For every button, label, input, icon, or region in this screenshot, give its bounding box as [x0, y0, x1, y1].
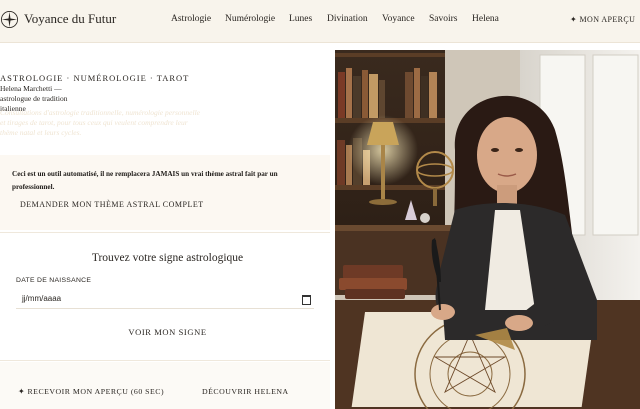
nav-divination[interactable]: Divination — [327, 14, 368, 24]
request-full-chart-button[interactable]: DEMANDER MON THÈME ASTRAL COMPLET — [20, 200, 204, 209]
receive-apercu-button[interactable]: ✦ RECEVOIR MON APERÇU (60 SEC) — [18, 387, 164, 396]
footer-actions-panel — [0, 362, 330, 409]
dob-label: DATE DE NAISSANCE — [16, 277, 92, 284]
divider — [0, 360, 330, 361]
nav-savoirs[interactable]: Savoirs — [429, 14, 458, 24]
discover-helena-link[interactable]: DÉCOUVRIR HELENA — [202, 387, 289, 396]
nav-voyance[interactable]: Voyance — [382, 14, 415, 24]
sign-finder-title: Trouvez votre signe astrologique — [91, 252, 244, 264]
mon-apercu-button[interactable]: ✦ MON APERÇU — [570, 15, 635, 24]
see-my-sign-button[interactable]: VOIR MON SIGNE — [0, 327, 335, 337]
site-header: Voyance du Futur Astrologie Numérologie … — [0, 0, 640, 43]
nav-astrologie[interactable]: Astrologie — [171, 14, 211, 24]
dob-input[interactable]: jj/mm/aaaa — [22, 294, 61, 303]
intro-description: Consultations d'astrologie traditionnell… — [0, 108, 200, 137]
nav-helena[interactable]: Helena — [472, 14, 499, 24]
disclaimer-text: Ceci est un outil automatisé, il ne remp… — [12, 170, 278, 191]
nav-numerologie[interactable]: Numérologie — [225, 14, 275, 24]
divider — [0, 232, 330, 233]
brand-name[interactable]: Voyance du Futur — [24, 11, 116, 27]
astrologer-photo — [335, 50, 640, 409]
intro-kicker: ASTROLOGIE · NUMÉROLOGIE · TAROT — [0, 73, 190, 83]
calendar-icon[interactable] — [302, 295, 311, 305]
compass-star-icon[interactable] — [0, 10, 19, 29]
nav-lunes[interactable]: Lunes — [289, 14, 312, 24]
